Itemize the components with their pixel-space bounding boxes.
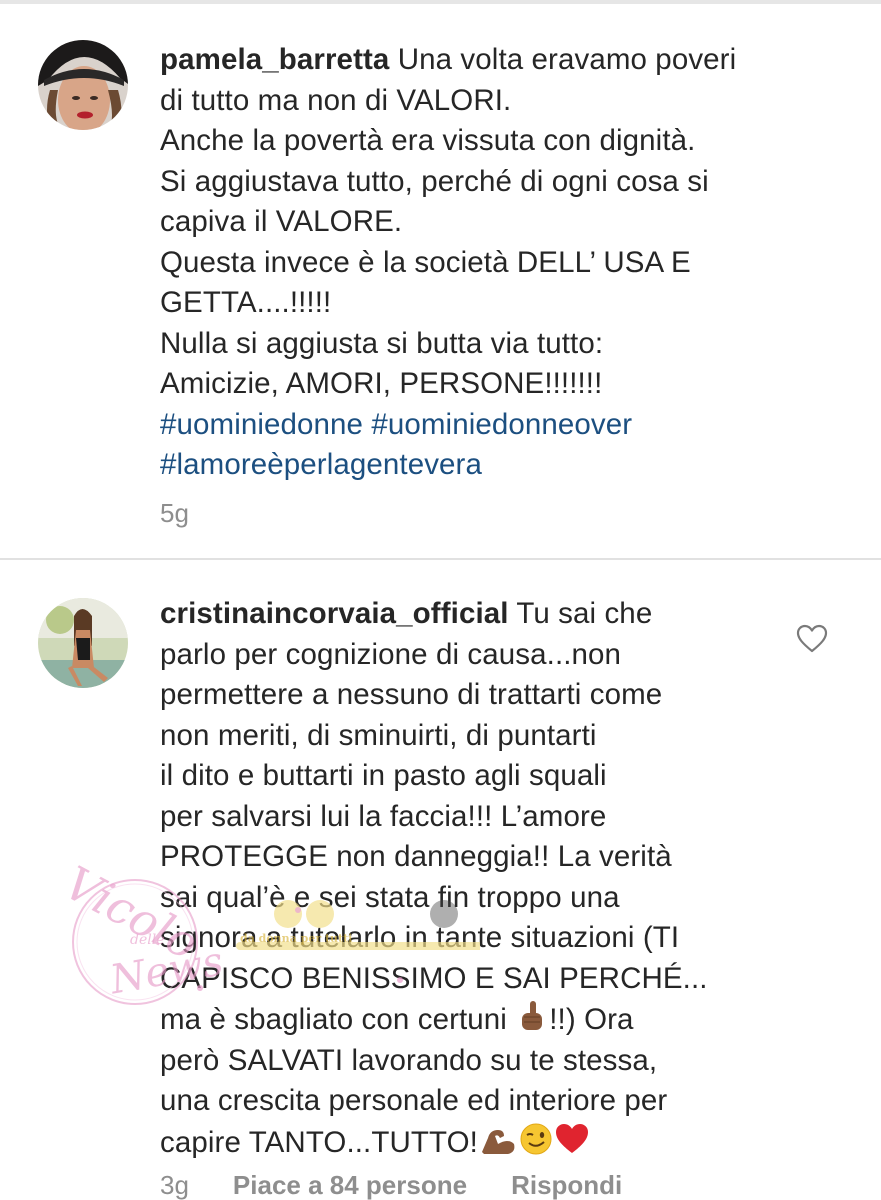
flexed-biceps-emoji <box>481 1129 515 1154</box>
avatar[interactable] <box>38 598 128 688</box>
avatar-image <box>38 40 128 130</box>
comment-meta: 3g Piace a 84 persone Rispondi <box>160 1170 622 1200</box>
comment-item: cristinaincorvaia_official Tu sai che pa… <box>0 597 881 1200</box>
comment-timestamp: 5g <box>160 498 189 528</box>
comment-divider <box>0 558 881 560</box>
comments-screen: pamela_barretta Una volta eravamo poveri… <box>0 0 881 1200</box>
comment-text-line: capiva il VALORE. <box>160 205 403 238</box>
comment-body: pamela_barretta Una volta eravamo poveri… <box>160 40 810 486</box>
comment-text-line: GETTA....!!!!! <box>160 286 332 319</box>
heart-icon[interactable] <box>796 624 828 654</box>
hashtag-link[interactable]: #uominiedonneover <box>371 408 632 441</box>
red-heart-emoji <box>555 1123 588 1153</box>
comment-item: pamela_barretta Una volta eravamo poveri… <box>0 30 881 560</box>
avatar[interactable] <box>38 40 128 130</box>
comment-text: Tu sai che parlo per cognizione di causa… <box>160 597 708 1036</box>
hashtag-link[interactable]: #lamoreèperlagentevera <box>160 448 482 481</box>
reply-button[interactable]: Rispondi <box>511 1170 622 1200</box>
comment-timestamp: 3g <box>160 1170 189 1200</box>
comment-text-line: Questa invece è la società DELL’ USA E <box>160 245 691 279</box>
comment-text-line: Si aggiustava tutto, perché di ogni cosa… <box>160 164 709 198</box>
comment-body: cristinaincorvaia_official Tu sai che pa… <box>160 594 760 1163</box>
winking-face-emoji <box>520 1123 552 1154</box>
pointing-up-emoji <box>522 1001 543 1030</box>
comment-text-line: di tutto ma non di VALORI. <box>160 83 512 117</box>
comment-text-line: Amicizie, AMORI, PERSONE!!!!!!! <box>160 367 603 400</box>
comment-text-line: Nulla si aggiusta si butta via tutto: <box>160 326 604 360</box>
hashtag-link[interactable]: #uominiedonne <box>160 408 363 441</box>
comment-meta: 5g <box>160 498 189 529</box>
top-divider <box>0 0 881 4</box>
comment-username[interactable]: pamela_barretta <box>160 43 389 76</box>
comment-username[interactable]: cristinaincorvaia_official <box>160 597 509 630</box>
comment-text-line: Una volta eravamo poveri <box>389 43 737 76</box>
likes-count-link[interactable]: Piace a 84 persone <box>233 1170 467 1200</box>
avatar-image <box>38 598 128 688</box>
comment-text-line: Anche la povertà era vissuta con dignità… <box>160 124 696 157</box>
